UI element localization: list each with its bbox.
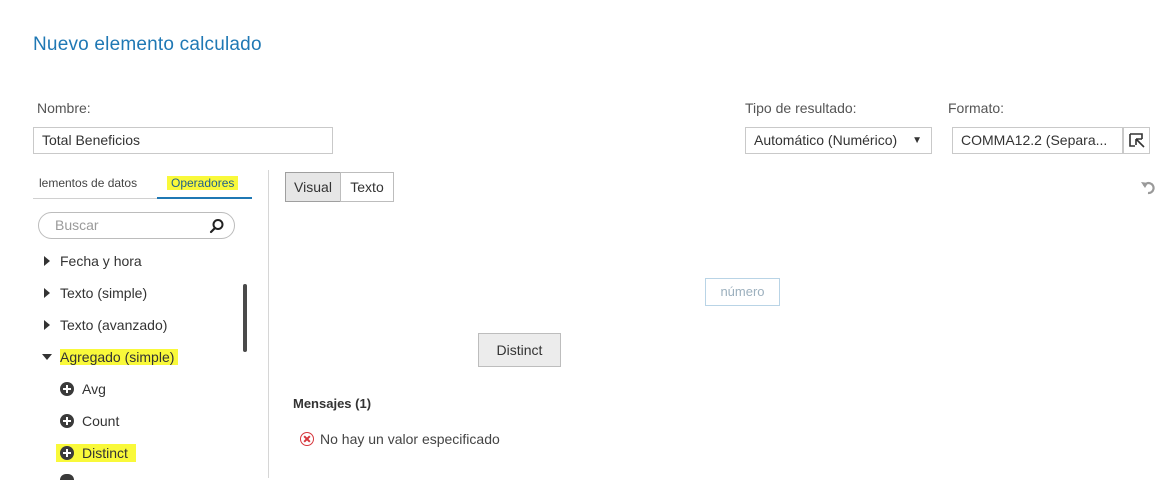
number-placeholder[interactable]: número [705, 278, 780, 306]
tab-data-elements[interactable]: lementos de datos [39, 176, 137, 190]
operator-avg[interactable]: Avg [60, 381, 106, 397]
tree-label: Distinct [82, 445, 128, 461]
result-type-label: Tipo de resultado: [745, 100, 857, 116]
panel-divider [268, 170, 269, 478]
search-icon[interactable] [209, 218, 225, 234]
tab-operators[interactable]: Operadores [167, 176, 239, 190]
caret-right-icon [44, 320, 50, 330]
tree-label: Count [82, 413, 120, 429]
message-text: No hay un valor especificado [320, 431, 500, 447]
text-mode-button[interactable]: Texto [340, 172, 394, 202]
visual-mode-button[interactable]: Visual [285, 172, 341, 202]
message-item: No hay un valor especificado [300, 431, 500, 447]
operator-icon [60, 382, 74, 396]
result-type-value: Automático (Numérico) [754, 132, 898, 148]
result-type-select[interactable]: Automático (Numérico) ▼ [745, 127, 932, 154]
operator-icon [60, 446, 74, 460]
caret-right-icon [44, 288, 50, 298]
operator-distinct[interactable]: Distinct [56, 444, 136, 462]
active-tab-indicator [157, 197, 252, 199]
dialog-title: Nuevo elemento calculado [33, 34, 262, 55]
tree-label: Avg [82, 381, 106, 397]
tree-group-fecha-hora[interactable]: Fecha y hora [44, 253, 142, 269]
format-label: Formato: [948, 100, 1005, 116]
tree-scrollbar[interactable] [243, 284, 247, 352]
tree-label: Fecha y hora [60, 253, 142, 269]
format-field[interactable]: COMMA12.2 (Separa... [952, 127, 1123, 154]
format-picker-button[interactable] [1123, 127, 1150, 154]
tree-group-texto-simple[interactable]: Texto (simple) [44, 285, 147, 301]
distinct-function-box[interactable]: Distinct [478, 333, 561, 367]
tree-label: Agregado (simple) [60, 349, 179, 365]
search-input[interactable]: Buscar [38, 212, 235, 239]
operator-icon [60, 414, 74, 428]
caret-down-icon [42, 354, 52, 360]
select-cursor-icon [1129, 133, 1145, 148]
caret-right-icon [44, 256, 50, 266]
operator-count[interactable]: Count [60, 413, 119, 429]
tree-group-texto-avanzado[interactable]: Texto (avanzado) [44, 317, 167, 333]
tree-label: Texto (avanzado) [60, 317, 168, 333]
tree-group-agregado-simple[interactable]: Agregado (simple) [42, 349, 179, 365]
error-icon [300, 432, 314, 446]
left-panel-tabs: lementos de datos Operadores [33, 172, 252, 199]
operator-icon [60, 474, 74, 480]
tree-label: Texto (simple) [60, 285, 148, 301]
messages-title: Mensajes (1) [293, 396, 372, 411]
name-label: Nombre: [37, 100, 91, 116]
chevron-down-icon: ▼ [912, 135, 922, 146]
name-input[interactable]: Total Beneficios [33, 127, 333, 154]
undo-icon[interactable] [1140, 179, 1156, 195]
